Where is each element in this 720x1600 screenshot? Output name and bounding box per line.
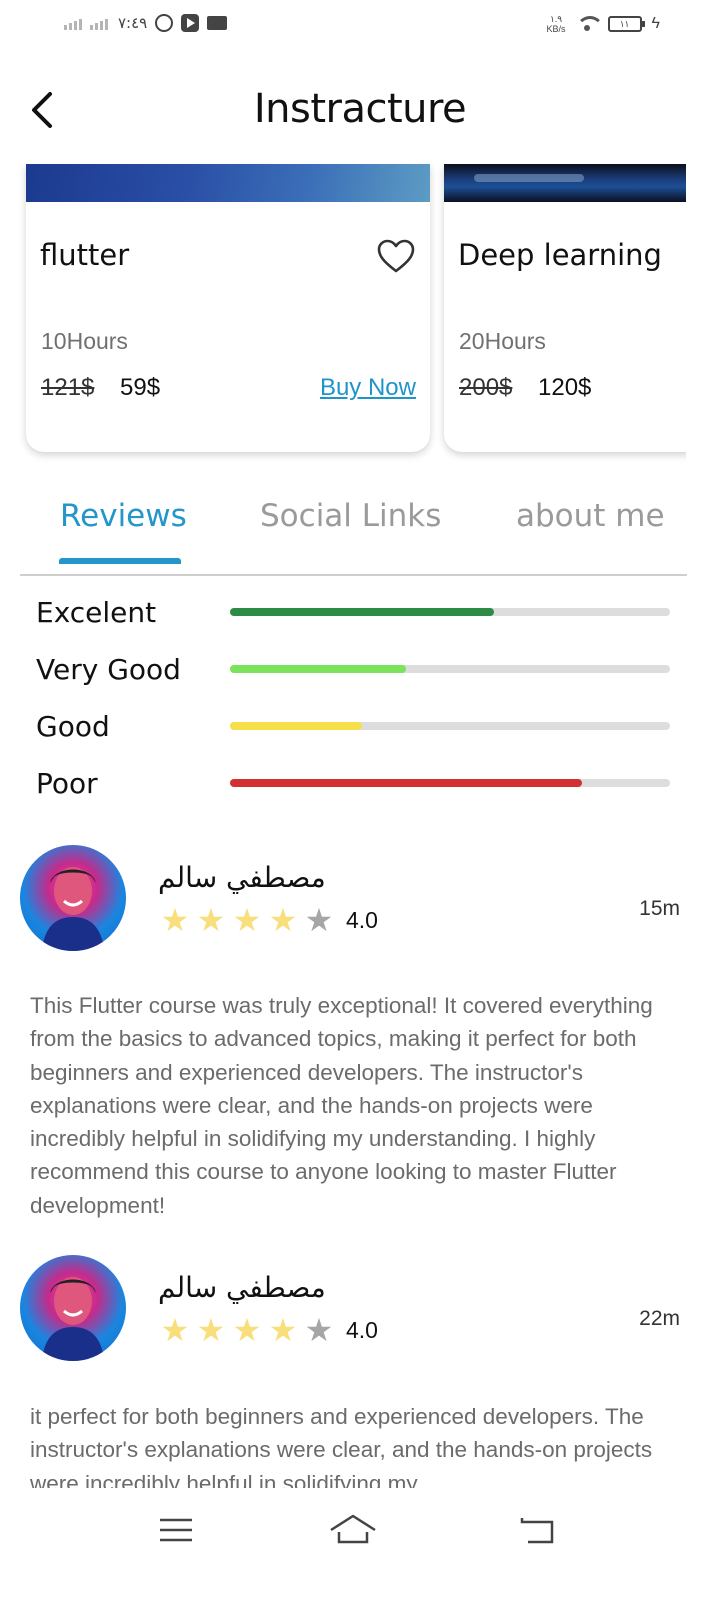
rating-bar-fill — [230, 665, 406, 673]
rating-value: 4.0 — [346, 906, 378, 933]
review-time: 22m — [639, 1307, 680, 1330]
rating-label: Excelent — [36, 596, 157, 629]
rating-row-excellent: Excelent — [0, 592, 720, 648]
reviewer-name: مصطفي سالم — [158, 1271, 326, 1304]
star-filled-icon: ★ — [160, 1312, 190, 1348]
rating-bar-fill — [230, 608, 494, 616]
buy-now-link[interactable]: Buy Now — [320, 374, 416, 402]
star-filled-icon: ★ — [268, 902, 298, 938]
home-icon — [330, 1514, 376, 1544]
course-hours: 10Hours — [41, 328, 128, 354]
network-speed-value: ١.٩ — [549, 14, 563, 24]
new-price: 120$ — [538, 374, 592, 401]
rating-bar — [230, 608, 670, 616]
rating-bar — [230, 779, 670, 787]
status-bar-right: ١.٩ KB/s ١١ ϟ — [547, 14, 660, 34]
course-card[interactable]: flutter 10Hours 121$ 59$ Buy Now — [26, 164, 430, 452]
star-empty-icon: ★ — [304, 1312, 334, 1348]
star-filled-icon: ★ — [268, 1312, 298, 1348]
star-empty-icon: ★ — [304, 902, 334, 938]
nav-home-button[interactable] — [323, 1508, 383, 1552]
star-rating: ★ ★ ★ ★ ★ 4.0 — [158, 1313, 378, 1347]
whatsapp-icon — [155, 14, 174, 32]
star-rating: ★ ★ ★ ★ ★ 4.0 — [158, 903, 378, 937]
review-time: 15m — [639, 897, 680, 920]
reviewer-name: مصطفي سالم — [158, 861, 326, 894]
person-avatar-image — [42, 867, 104, 951]
review-text: This Flutter course was truly exceptiona… — [30, 993, 653, 1218]
menu-icon — [160, 1518, 192, 1542]
star-filled-icon: ★ — [232, 1312, 262, 1348]
charging-icon: ϟ — [651, 15, 660, 32]
rating-bar — [230, 665, 670, 673]
rating-bar — [230, 722, 670, 730]
review-text: it perfect for both beginners and experi… — [30, 1404, 653, 1488]
heart-outline-icon — [377, 239, 415, 273]
app-bar: Instracture — [0, 70, 720, 150]
course-image — [26, 164, 430, 202]
back-icon — [520, 1518, 554, 1544]
battery-icon: ١١ — [607, 16, 645, 32]
signal-icon — [64, 16, 82, 30]
course-card[interactable]: Deep learning 20Hours 200$ 120$ — [444, 164, 686, 452]
rating-row-poor: Poor — [0, 763, 720, 819]
avatar — [20, 845, 126, 951]
system-nav-bar — [0, 1488, 720, 1600]
rating-value: 4.0 — [346, 1316, 378, 1343]
page-title: Instracture — [253, 86, 467, 132]
signal-icon-2 — [90, 16, 108, 30]
course-title: flutter — [40, 238, 130, 272]
tab-about-me[interactable]: about me — [516, 498, 665, 534]
rating-label: Very Good — [36, 653, 181, 686]
wifi-icon — [575, 16, 604, 32]
nav-menu-button[interactable] — [148, 1508, 208, 1552]
course-hours: 20Hours — [459, 328, 546, 354]
course-carousel[interactable]: flutter 10Hours 121$ 59$ Buy Now Deep le… — [0, 164, 686, 464]
status-bar: ٧:٤٩ ١.٩ KB/s ١١ ϟ — [0, 0, 720, 56]
status-time: ٧:٤٩ — [118, 14, 148, 32]
rating-row-good: Good — [0, 706, 720, 762]
review-text-clip: it perfect for both beginners and experi… — [0, 1400, 720, 1488]
network-speed-unit: KB/s — [546, 24, 566, 34]
video-camera-icon — [207, 16, 228, 30]
nav-back-button[interactable] — [508, 1508, 568, 1552]
rating-bar-fill — [230, 779, 582, 787]
person-avatar-image — [42, 1277, 104, 1361]
status-bar-left: ٧:٤٩ — [64, 14, 228, 32]
network-speed: ١.٩ KB/s — [547, 14, 566, 34]
course-image — [444, 164, 686, 202]
rating-bar-fill — [230, 722, 362, 730]
tab-reviews[interactable]: Reviews — [60, 498, 187, 534]
old-price: 121$ — [41, 374, 95, 401]
tab-social-links[interactable]: Social Links — [260, 498, 441, 534]
star-filled-icon: ★ — [196, 902, 226, 938]
rating-label: Poor — [36, 767, 98, 800]
course-title: Deep learning — [458, 238, 662, 272]
favorite-button[interactable] — [376, 238, 416, 274]
profile-tabs: Reviews Social Links about me — [20, 488, 687, 576]
star-filled-icon: ★ — [196, 1312, 226, 1348]
rating-row-very-good: Very Good — [0, 649, 720, 705]
star-filled-icon: ★ — [160, 902, 190, 938]
star-filled-icon: ★ — [232, 902, 262, 938]
old-price: 200$ — [459, 374, 513, 401]
new-price: 59$ — [120, 374, 161, 401]
tab-indicator — [59, 558, 181, 564]
avatar — [20, 1255, 126, 1361]
youtube-icon — [181, 14, 200, 32]
rating-label: Good — [36, 710, 110, 743]
